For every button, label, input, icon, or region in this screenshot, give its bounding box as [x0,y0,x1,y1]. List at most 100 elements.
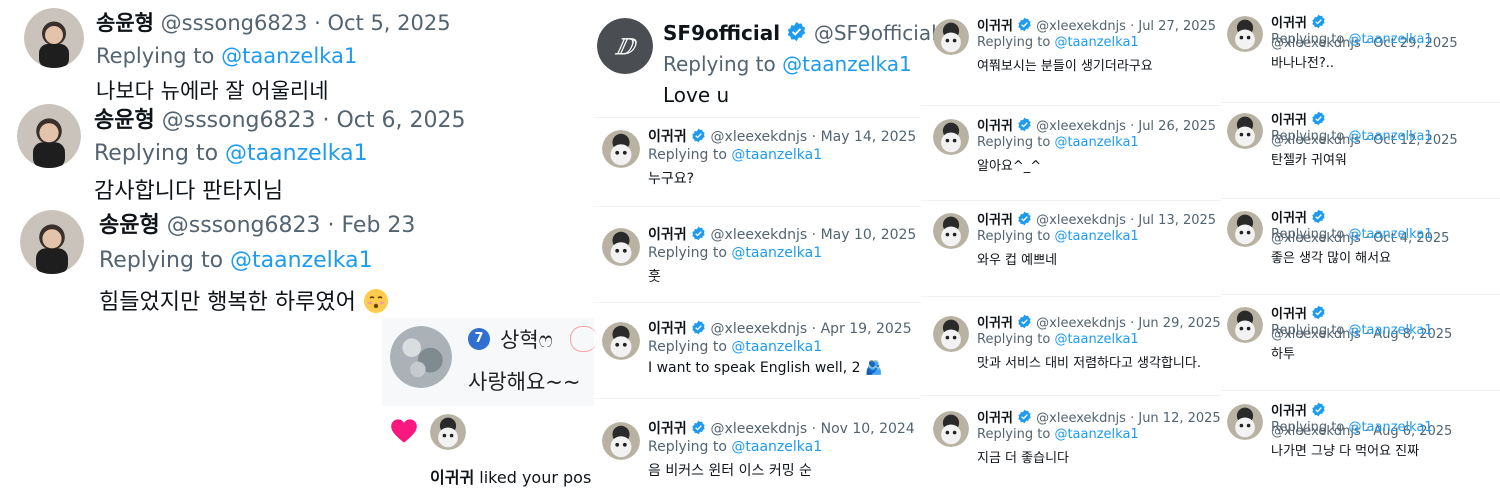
divider [594,117,920,118]
dot-separator: · [1125,411,1139,426]
mention-link[interactable]: @taanzelka1 [1054,35,1138,50]
avatar[interactable]: ⅅ [597,18,653,74]
author-name[interactable]: 이귀귀 [977,316,1013,331]
divider [921,105,1221,106]
follow-chip[interactable] [570,326,597,352]
mention-link[interactable]: @taanzelka1 [221,44,357,68]
comment-card[interactable]: 7 상혁ෆ 사랑해요~~ [382,318,597,406]
author-handle[interactable]: @sssong6823 [162,108,316,133]
avatar[interactable] [20,210,84,274]
avatar[interactable] [24,8,84,68]
tweet-date[interactable]: Jul 26, 2025 [1138,119,1216,134]
author-handle[interactable]: @sssong6823 [161,11,308,35]
avatar[interactable] [390,326,452,388]
author-name[interactable]: 이귀귀 [648,321,687,337]
avatar[interactable] [933,19,969,55]
avatar[interactable] [1227,307,1263,343]
dot-separator: · [807,421,821,437]
mention-link[interactable]: @taanzelka1 [1348,227,1432,242]
tweet-date[interactable]: Jul 27, 2025 [1138,19,1216,34]
mention-link[interactable]: @taanzelka1 [731,147,822,163]
dot-separator: · [1125,119,1139,134]
divider [594,398,920,399]
author-name[interactable]: 이귀귀 [1271,307,1307,322]
mention-link[interactable]: @taanzelka1 [1054,332,1138,347]
mention-link[interactable]: @taanzelka1 [1054,427,1138,442]
author-handle[interactable]: @sssong6823 [167,213,321,238]
tweet-text: 여쭤보시는 분들이 생기더라구요 [977,59,1153,74]
author-name[interactable]: 이귀귀 [977,119,1013,134]
avatar[interactable] [602,322,640,360]
avatar[interactable] [1227,16,1263,52]
author-name[interactable]: 송윤형 [94,108,155,133]
mention-link[interactable]: @taanzelka1 [1054,229,1138,244]
mention-link[interactable]: @taanzelka1 [1348,420,1432,435]
mention-link[interactable]: @taanzelka1 [1348,129,1432,144]
author-handle[interactable]: @xleexekdnjs [711,321,808,337]
author-handle[interactable]: @xleexekdnjs [711,129,808,145]
avatar[interactable] [933,213,969,249]
replying-to-label: Replying to [1271,129,1345,144]
tweet-text-content: 힘들었지만 행복한 하루였어 [99,290,356,315]
author-handle[interactable]: @xleexekdnjs [1036,316,1126,331]
replying-to-label: Replying to [1271,32,1345,47]
author-name[interactable]: 이귀귀 [977,19,1013,34]
author-handle[interactable]: @xleexekdnjs [1036,19,1126,34]
avatar[interactable] [430,414,466,450]
avatar[interactable] [1227,113,1263,149]
author-handle[interactable]: @xleexekdnjs [1036,213,1126,228]
tweet-date[interactable]: Oct 6, 2025 [336,108,465,133]
author-name[interactable]: SF9official [663,21,780,45]
avatar[interactable] [602,228,640,266]
tweet-date[interactable]: Feb 23 [341,213,415,238]
verified-badge-icon [786,21,807,48]
author-handle[interactable]: @xleexekdnjs [1036,119,1126,134]
mention-link[interactable]: @taanzelka1 [1054,135,1138,150]
tweet-date[interactable]: Jul 13, 2025 [1138,213,1216,228]
author-name[interactable]: 이귀귀 [648,421,687,437]
tweet-text: 음 비커스 윈터 이스 커밍 순 [648,463,812,479]
mention-link[interactable]: @taanzelka1 [731,439,822,455]
author-name[interactable]: 이귀귀 [977,411,1013,426]
author-name[interactable]: 이귀귀 [1271,404,1307,419]
tweet-date[interactable]: May 10, 2025 [821,227,917,243]
avatar[interactable] [933,119,969,155]
tweet-date[interactable]: Jun 12, 2025 [1138,411,1220,426]
mention-link[interactable]: @taanzelka1 [731,245,822,261]
mention-link[interactable]: @taanzelka1 [230,248,373,273]
avatar[interactable] [1227,211,1263,247]
avatar[interactable] [933,411,969,447]
author-handle[interactable]: @xleexekdnjs [1036,411,1126,426]
tweet-date[interactable]: Apr 19, 2025 [821,321,912,337]
author-name[interactable]: 이귀귀 [1271,113,1307,128]
author-handle[interactable]: @SF9official [814,21,937,45]
mention-link[interactable]: @taanzelka1 [1348,323,1432,338]
liker-name[interactable]: 이귀귀 [430,468,474,487]
avatar[interactable] [933,316,969,352]
author-name[interactable]: 이귀귀 [1271,16,1307,31]
mention-link[interactable]: @taanzelka1 [782,52,912,76]
avatar[interactable] [1227,404,1263,440]
author-handle[interactable]: @xleexekdnjs [711,421,808,437]
tweet-date[interactable]: Oct 5, 2025 [327,11,450,35]
commenter-name[interactable]: 상혁ෆ [500,324,553,354]
replying-to-label: Replying to [1271,420,1345,435]
tweet-date[interactable]: Jun 29, 2025 [1138,316,1220,331]
tweet-date[interactable]: May 14, 2025 [821,129,917,145]
avatar[interactable] [602,130,640,168]
author-name[interactable]: 이귀귀 [648,129,687,145]
like-notification[interactable]: 이귀귀 liked your pos [382,406,594,500]
author-name[interactable]: 이귀귀 [977,213,1013,228]
mention-link[interactable]: @taanzelka1 [225,141,368,166]
author-name[interactable]: 이귀귀 [648,227,687,243]
author-name[interactable]: 이귀귀 [1271,211,1307,226]
avatar[interactable] [602,422,640,460]
mention-link[interactable]: @taanzelka1 [731,339,822,355]
avatar[interactable] [17,104,81,168]
mention-link[interactable]: @taanzelka1 [1348,32,1432,47]
replying-to-label: Replying to [663,52,776,76]
author-handle[interactable]: @xleexekdnjs [711,227,808,243]
author-name[interactable]: 송윤형 [99,213,160,238]
tweet-date[interactable]: Nov 10, 2024 [821,421,915,437]
author-name[interactable]: 송윤형 [96,11,154,35]
